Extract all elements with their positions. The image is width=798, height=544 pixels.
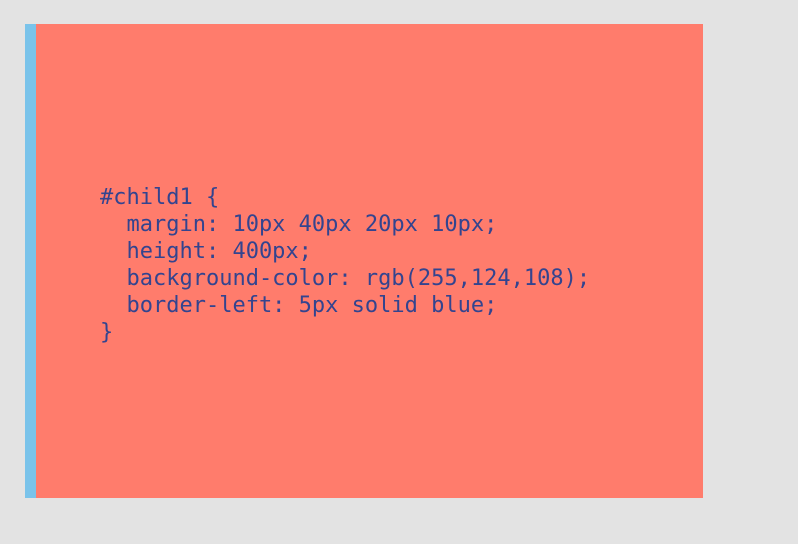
code-line-border-left: border-left: 5px solid blue; [100,293,498,318]
code-line-selector: #child1 { [100,185,220,210]
code-line-close-brace: } [100,320,114,345]
code-line-margin: margin: 10px 40px 20px 10px; [100,212,498,237]
css-code-block: #child1 { margin: 10px 40px 20px 10px; h… [100,184,590,346]
code-line-height: height: 400px; [100,239,312,264]
code-line-background-color: background-color: rgb(255,124,108); [100,266,591,291]
child1-box: #child1 { margin: 10px 40px 20px 10px; h… [25,24,703,498]
